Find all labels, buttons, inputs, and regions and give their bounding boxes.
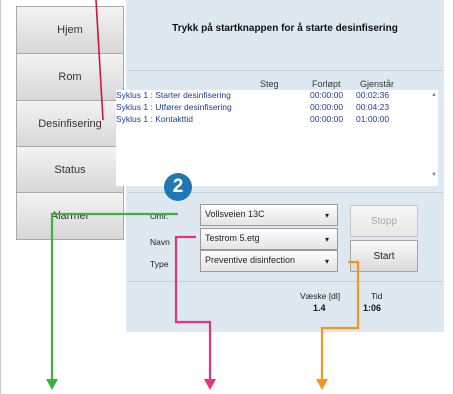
pink-arrow-icon bbox=[204, 379, 216, 390]
orange-arrow-icon bbox=[316, 379, 328, 390]
pink-connector-line bbox=[174, 235, 212, 380]
green-connector-line bbox=[50, 212, 178, 380]
orange-connector-line bbox=[320, 260, 360, 380]
step-number-badge: 2 bbox=[164, 173, 192, 201]
red-pointer-line bbox=[95, 0, 104, 121]
annotation-overlay bbox=[46, 0, 360, 390]
green-arrow-icon bbox=[46, 379, 58, 390]
